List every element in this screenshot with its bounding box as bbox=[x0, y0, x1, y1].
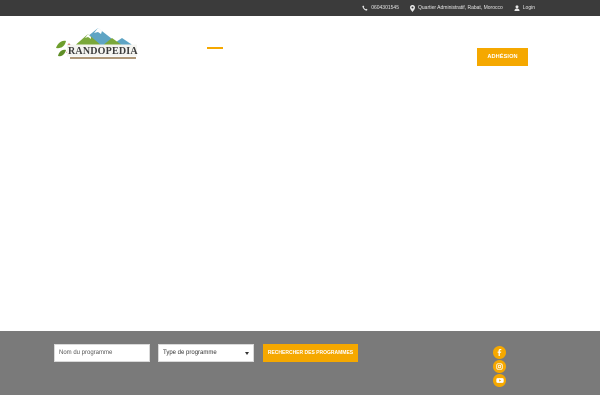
user-icon bbox=[514, 5, 520, 11]
program-search-band: Nom du programme Type de programme RECHE… bbox=[0, 331, 600, 395]
site-logo[interactable]: RANDOPEDIA bbox=[54, 26, 138, 62]
site-header: RANDOPEDIA ADHÉSION bbox=[0, 16, 600, 78]
instagram-icon bbox=[496, 363, 503, 370]
instagram-link[interactable] bbox=[493, 359, 506, 373]
address-text: Quartier Administratif, Rabat, Morocco bbox=[418, 5, 503, 11]
youtube-icon bbox=[495, 377, 504, 383]
program-name-placeholder: Nom du programme bbox=[59, 350, 113, 356]
login-link[interactable]: Login bbox=[514, 5, 535, 11]
contact-address: Quartier Administratif, Rabat, Morocco bbox=[410, 4, 503, 12]
program-type-select[interactable]: Type de programme bbox=[158, 344, 254, 362]
facebook-link[interactable] bbox=[493, 346, 506, 359]
program-name-input[interactable]: Nom du programme bbox=[54, 344, 150, 362]
phone-number: 0604301545 bbox=[371, 5, 399, 11]
youtube-link[interactable] bbox=[493, 373, 506, 387]
footer-strip bbox=[0, 395, 600, 400]
nav-menu-indicator[interactable] bbox=[207, 47, 223, 49]
logo-text: RANDOPEDIA bbox=[68, 46, 138, 57]
program-type-value: Type de programme bbox=[163, 350, 217, 356]
phone-icon bbox=[362, 5, 368, 11]
contact-phone[interactable]: 0604301545 bbox=[362, 5, 399, 11]
map-pin-icon bbox=[410, 4, 415, 12]
login-label: Login bbox=[522, 5, 535, 11]
social-links bbox=[493, 346, 507, 387]
caret-down-icon bbox=[245, 351, 249, 355]
facebook-icon bbox=[497, 349, 502, 356]
top-bar: 0604301545 Quartier Administratif, Rabat… bbox=[0, 0, 600, 16]
search-programs-button[interactable]: RECHERCHER DES PROGRAMMES bbox=[263, 344, 358, 362]
adhesion-button[interactable]: ADHÉSION bbox=[477, 48, 528, 66]
hero-area bbox=[0, 78, 600, 331]
